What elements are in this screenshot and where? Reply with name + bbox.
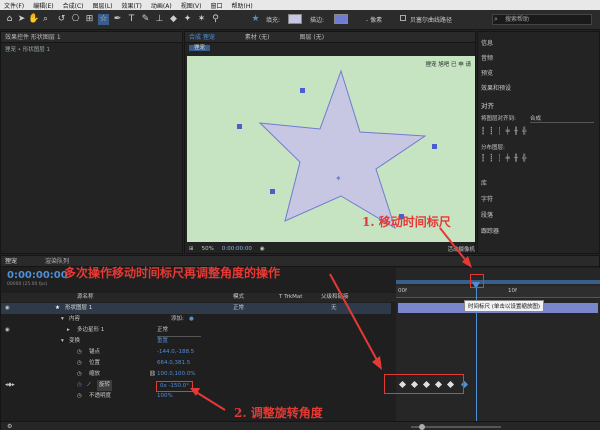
annotation-arrows: [190, 227, 472, 411]
after-effects-window: 文件(F) 编辑(E) 合成(C) 图层(L) 效果(T) 动画(A) 视图(V) 窗口 帮助(…: [0, 0, 600, 430]
